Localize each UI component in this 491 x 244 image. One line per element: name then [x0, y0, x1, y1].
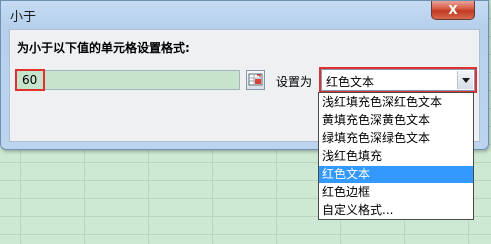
range-picker-button[interactable] [246, 70, 265, 90]
format-option[interactable]: 自定义格式... [319, 202, 473, 219]
collapse-dialog-icon [248, 73, 263, 86]
dialog-prompt: 为小于以下值的单元格设置格式: [17, 41, 190, 55]
dialog-title: 小于 [10, 10, 37, 25]
format-option[interactable]: 红色边框 [319, 184, 473, 201]
format-highlight-box [319, 67, 477, 93]
threshold-value-input[interactable]: 60 [16, 70, 240, 90]
format-option[interactable]: 黄填充色深黄色文本 [319, 112, 473, 129]
format-option[interactable]: 绿填充色深绿色文本 [319, 130, 473, 147]
format-option-selected[interactable]: 红色文本 [319, 166, 473, 183]
value-highlight-box [15, 69, 45, 91]
format-dropdown-list: 浅红填充色深红色文本 黄填充色深黄色文本 绿填充色深绿色文本 浅红色填充 红色文… [318, 92, 474, 220]
format-option[interactable]: 浅红色填充 [319, 148, 473, 165]
close-icon: X [448, 3, 458, 17]
set-as-label: 设置为 [276, 75, 313, 89]
dialog-titlebar: 小于 X [1, 1, 488, 27]
format-option[interactable]: 浅红填充色深红色文本 [319, 94, 473, 111]
close-button[interactable]: X [431, 1, 475, 20]
